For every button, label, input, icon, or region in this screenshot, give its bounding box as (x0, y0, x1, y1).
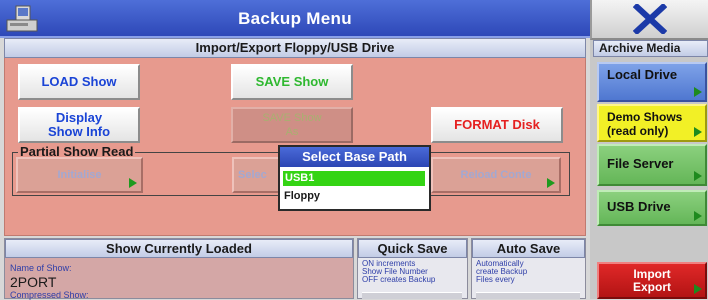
demo-shows-label-line2: (read only) (607, 124, 669, 138)
window-title: Backup Menu (238, 9, 352, 28)
import-export-label-line2: Export (632, 280, 671, 294)
arrow-right-icon (694, 127, 702, 137)
save-show-button[interactable]: SAVE Show (231, 64, 353, 100)
format-disk-button[interactable]: FORMAT Disk (431, 107, 563, 143)
quick-save-toggle[interactable] (362, 292, 462, 299)
auto-save-header: Auto Save (472, 239, 585, 258)
archive-media-header: Archive Media (593, 40, 708, 57)
auto-save-text-line: Files every (476, 275, 515, 284)
display-show-info-button[interactable]: Display Show Info (18, 107, 140, 143)
title-bar: Backup Menu (0, 0, 590, 38)
file-server-button[interactable]: File Server (597, 144, 707, 186)
load-show-button[interactable]: LOAD Show (18, 64, 140, 100)
reload-content-button: Reload Conte (431, 157, 561, 193)
select-partial-label: Selec (238, 169, 267, 181)
usb-drive-label: USB Drive (607, 199, 671, 214)
import-export-button[interactable]: Import Export (597, 262, 707, 299)
arrow-right-icon (694, 87, 702, 97)
display-show-info-label-line2: Show Info (47, 124, 111, 139)
file-server-label: File Server (607, 156, 674, 171)
quick-save-text-line: OFF creates Backup (362, 275, 436, 284)
auto-save-description: Automatically create Backup Files every (476, 260, 582, 284)
import-export-header: Import/Export Floppy/USB Drive (4, 38, 586, 58)
arrow-right-icon (694, 171, 702, 181)
arrow-right-icon (547, 178, 555, 188)
demo-shows-label-line1: Demo Shows (607, 110, 683, 124)
reload-content-label: Reload Conte (460, 169, 532, 181)
base-path-option-usb1[interactable]: USB1 (282, 170, 426, 187)
arrow-right-icon (129, 178, 137, 188)
arrow-right-icon (694, 211, 702, 221)
close-icon (633, 4, 667, 34)
save-show-as-label-line1: SAVE Show (262, 112, 322, 124)
initialise-label: Initialise (57, 169, 102, 181)
close-button[interactable] (590, 0, 708, 40)
show-name-label: Name of Show: (10, 263, 72, 273)
select-partial-button: Selec (232, 157, 282, 193)
base-path-option-floppy[interactable]: Floppy (282, 189, 426, 206)
local-drive-button[interactable]: Local Drive (597, 62, 707, 102)
usb-drive-button[interactable]: USB Drive (597, 190, 707, 226)
show-name-value: 2PORT (10, 274, 57, 290)
computer-icon (6, 4, 40, 34)
save-show-as-button: SAVE Show As (231, 107, 353, 143)
auto-save-toggle[interactable] (476, 292, 580, 299)
arrow-right-icon (694, 284, 702, 294)
popup-title: Select Base Path (280, 147, 429, 167)
local-drive-label: Local Drive (607, 67, 678, 82)
save-show-as-label-line2: As (285, 126, 299, 138)
quick-save-description: ON increments Show File Number OFF creat… (362, 260, 466, 284)
quick-save-header: Quick Save (358, 239, 467, 258)
show-loaded-header: Show Currently Loaded (5, 239, 353, 258)
demo-shows-button[interactable]: Demo Shows (read only) (597, 104, 707, 142)
initialise-button: Initialise (16, 157, 143, 193)
display-show-info-label-line1: Display (55, 110, 103, 125)
